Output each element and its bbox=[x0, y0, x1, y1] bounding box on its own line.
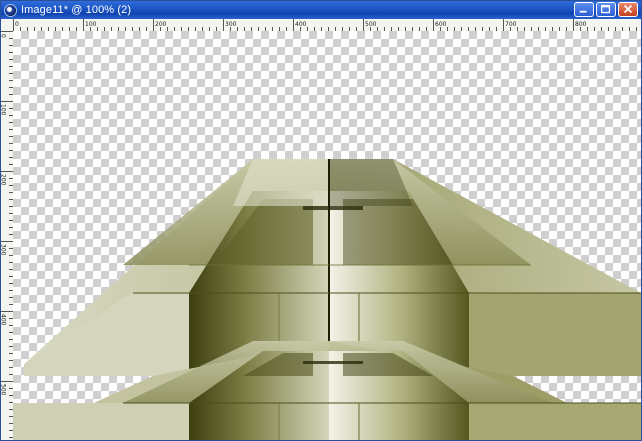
artwork bbox=[13, 159, 641, 440]
image-canvas[interactable] bbox=[13, 31, 641, 440]
minimize-button[interactable] bbox=[574, 2, 594, 17]
maximize-button[interactable] bbox=[596, 2, 616, 17]
ruler-label: 100 bbox=[1, 104, 7, 116]
ruler-label: 700 bbox=[505, 21, 517, 28]
ruler-label: 200 bbox=[155, 21, 167, 28]
title-bar[interactable]: Image11* @ 100% (2) bbox=[1, 1, 641, 19]
ruler-label: 500 bbox=[1, 384, 7, 396]
ruler-label: 0 bbox=[15, 21, 19, 28]
ruler-label: 100 bbox=[85, 21, 97, 28]
ruler-label: 400 bbox=[295, 21, 307, 28]
maximize-icon bbox=[601, 4, 611, 14]
vertical-ruler-ticks: 0 100 200 300 400 500 bbox=[1, 31, 13, 438]
ruler-label: 0 bbox=[1, 34, 7, 38]
minimize-icon bbox=[579, 10, 587, 13]
ruler-label: 600 bbox=[435, 21, 447, 28]
close-icon bbox=[623, 4, 633, 14]
ruler-label: 300 bbox=[1, 244, 7, 256]
ruler-label: 300 bbox=[225, 21, 237, 28]
paint-app-icon[interactable] bbox=[4, 3, 17, 17]
window-title: Image11* @ 100% (2) bbox=[21, 4, 132, 16]
horizontal-ruler-ticks: 0 100 200 300 400 500 600 700 800 bbox=[13, 19, 637, 31]
ruler-label: 400 bbox=[1, 314, 7, 326]
ruler-label: 500 bbox=[365, 21, 377, 28]
window-controls bbox=[574, 2, 638, 17]
ruler-label: 800 bbox=[575, 21, 587, 28]
close-button[interactable] bbox=[618, 2, 638, 17]
image-window: Image11* @ 100% (2) 010020030040050 bbox=[0, 0, 642, 441]
ruler-label: 200 bbox=[1, 174, 7, 186]
